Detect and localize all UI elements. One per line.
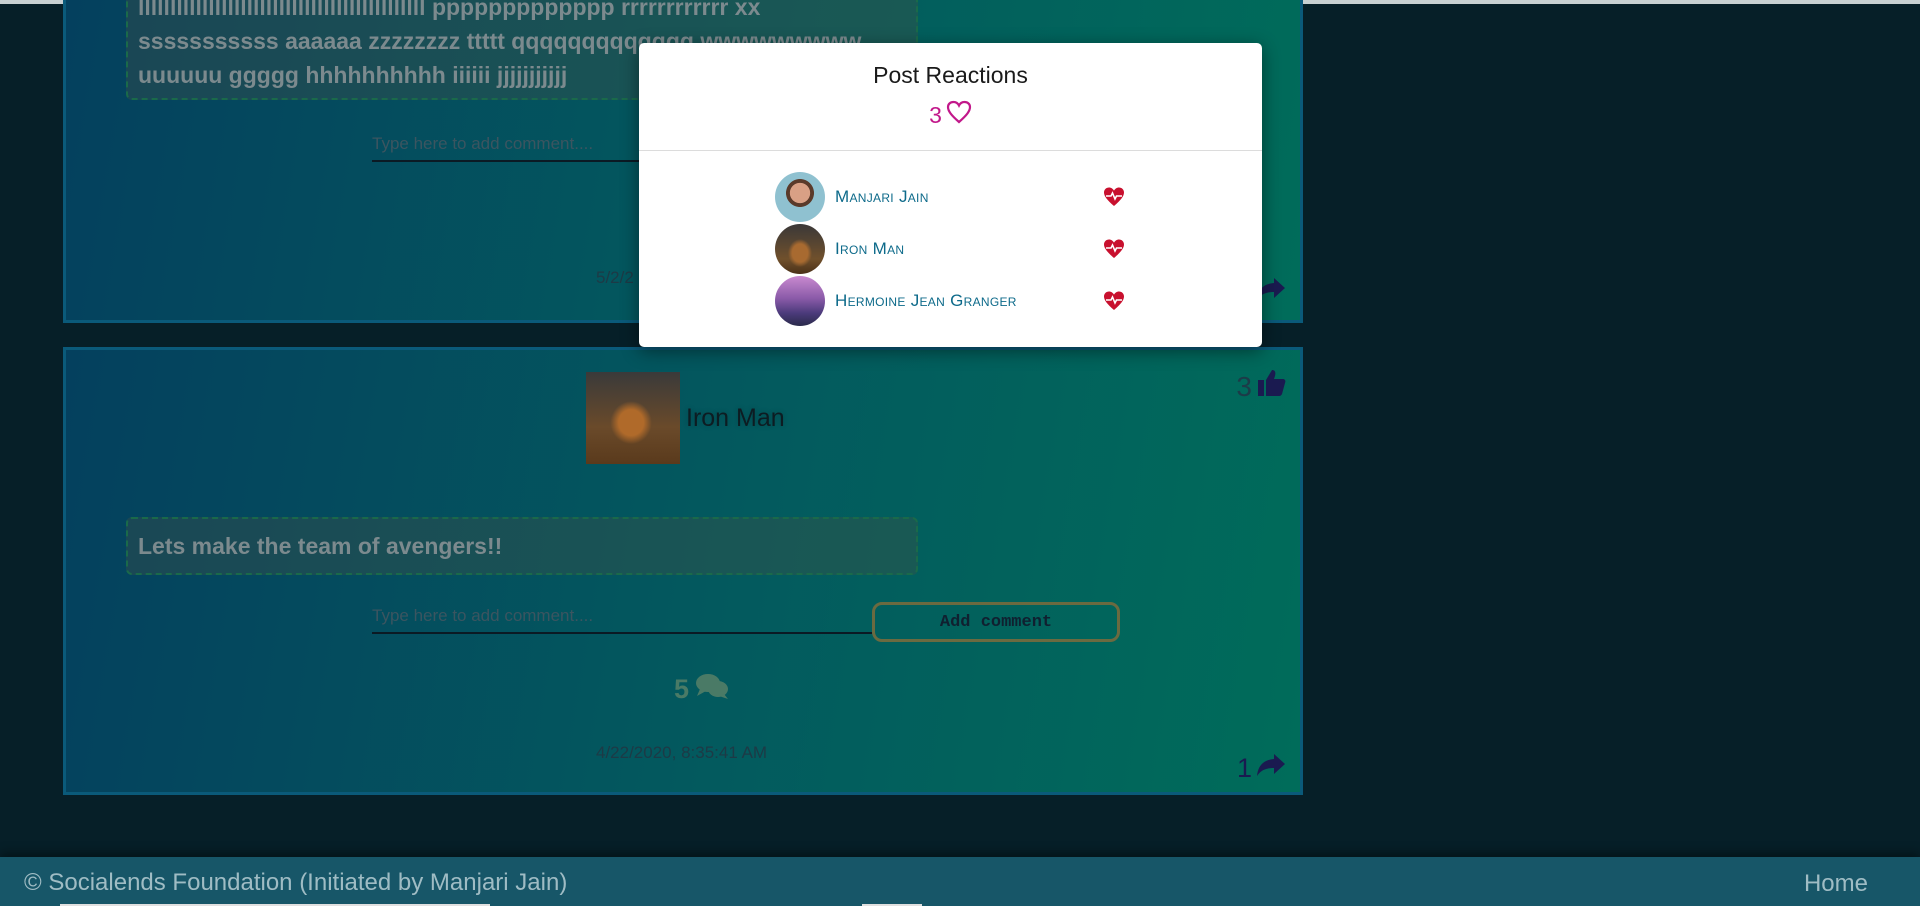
share-count: 1	[1236, 753, 1252, 783]
share-button[interactable]: 1	[1237, 752, 1286, 785]
comment-input[interactable]	[372, 604, 872, 634]
post-author[interactable]: Iron Man	[586, 372, 785, 464]
avatar	[775, 224, 825, 274]
reactor-name[interactable]: Manjari Jain	[835, 187, 929, 207]
heart-outline-icon	[946, 100, 972, 130]
reactor-item[interactable]: Manjari Jain	[775, 171, 1125, 223]
footer-home-link[interactable]: Home	[1804, 870, 1868, 898]
reaction-count: 3	[929, 101, 942, 128]
reactor-item[interactable]: Iron Man	[775, 223, 1125, 275]
post-text: Lets make the team of avengers!!	[126, 517, 918, 575]
reaction-total: 3	[639, 100, 1262, 130]
modal-divider	[639, 150, 1262, 151]
footer-copyright: © Socialends Foundation (Initiated by Ma…	[24, 869, 568, 896]
footer: © Socialends Foundation (Initiated by Ma…	[0, 857, 1920, 906]
reactor-name[interactable]: Hermoine Jean Granger	[835, 291, 1017, 311]
like-count: 3	[1236, 370, 1252, 402]
add-comment-button[interactable]: Add comment	[872, 602, 1120, 642]
comments-icon	[695, 672, 729, 707]
like-button[interactable]: 3	[1236, 368, 1286, 405]
share-icon	[1256, 752, 1286, 785]
reactors-list: Manjari Jain Iron Man Hermoine Jean Gran…	[775, 171, 1125, 327]
avatar	[775, 172, 825, 222]
thumbs-up-icon	[1256, 368, 1286, 405]
avatar	[775, 276, 825, 326]
post-card: Iron Man 3 Lets make the team of avenger…	[63, 347, 1303, 795]
post-timestamp: 5/2/2	[596, 268, 634, 287]
comments-toggle[interactable]: 5	[674, 672, 729, 707]
comments-count: 5	[674, 674, 690, 704]
author-avatar	[586, 372, 680, 464]
heart-pulse-icon	[1103, 186, 1125, 208]
heart-pulse-icon	[1103, 290, 1125, 312]
reactions-modal: Post Reactions 3 Manjari Jain Iron Man H…	[639, 43, 1262, 347]
post-timestamp: 4/22/2020, 8:35:41 AM	[596, 743, 768, 762]
modal-title: Post Reactions	[873, 62, 1028, 88]
author-name: Iron Man	[686, 403, 785, 432]
heart-pulse-icon	[1103, 238, 1125, 260]
reactor-item[interactable]: Hermoine Jean Granger	[775, 275, 1125, 327]
reactor-name[interactable]: Iron Man	[835, 239, 904, 259]
